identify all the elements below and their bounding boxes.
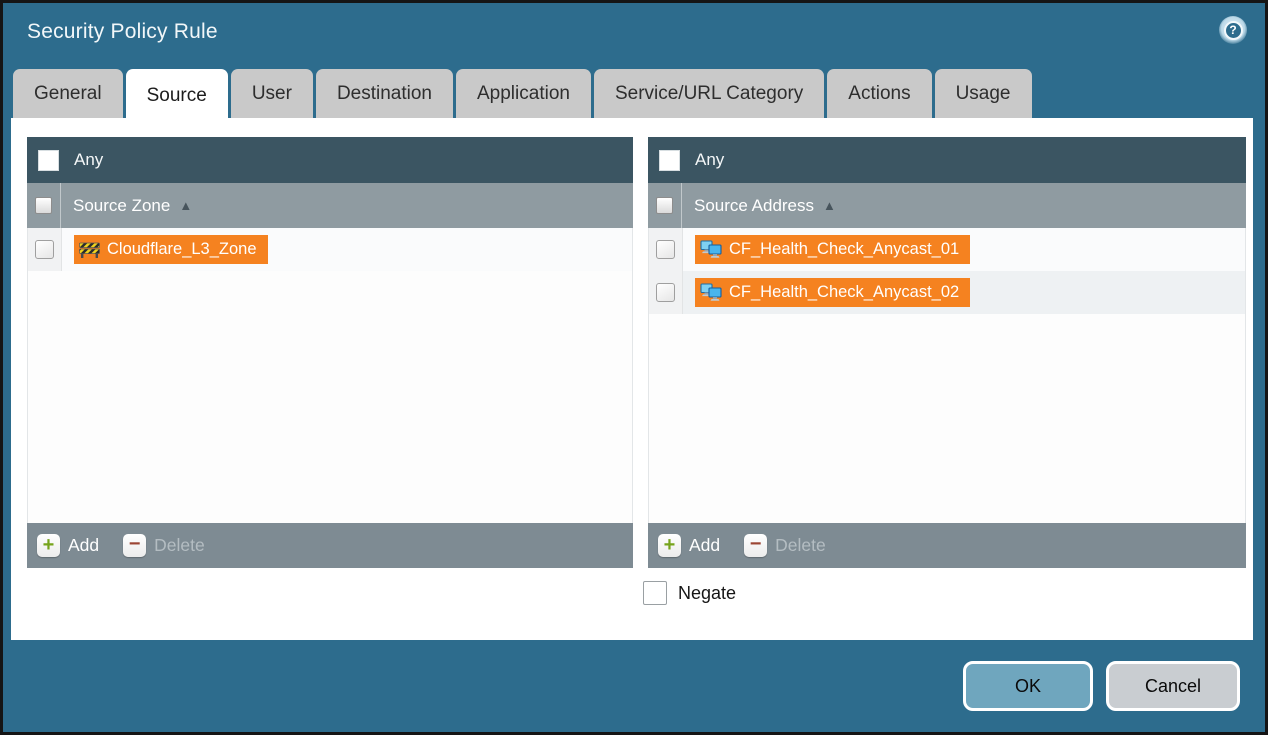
delete-icon: − bbox=[744, 534, 767, 557]
source-tab-content: Any Source Zone ▲ bbox=[11, 118, 1253, 640]
source-zone-panel: Any Source Zone ▲ bbox=[27, 137, 633, 568]
delete-zone-label: Delete bbox=[154, 535, 205, 556]
tab-general[interactable]: General bbox=[13, 69, 123, 118]
sort-ascending-icon: ▲ bbox=[179, 199, 192, 212]
tab-service-url-category-label: Service/URL Category bbox=[615, 83, 803, 105]
title-bar: Security Policy Rule ? bbox=[3, 3, 1265, 65]
row-checkbox[interactable] bbox=[656, 240, 675, 259]
address-icon bbox=[700, 240, 722, 259]
source-zone-select-all-checkbox[interactable] bbox=[35, 197, 52, 214]
source-address-any-label: Any bbox=[695, 150, 724, 170]
source-zone-select-all-cell bbox=[27, 183, 61, 228]
row-checkbox[interactable] bbox=[656, 283, 675, 302]
zone-icon bbox=[79, 241, 100, 258]
source-address-select-all-cell bbox=[648, 183, 682, 228]
source-address-toolbar: + Add − Delete bbox=[648, 523, 1246, 568]
minus-glyph: − bbox=[129, 534, 141, 554]
source-zone-toolbar: + Add − Delete bbox=[27, 523, 633, 568]
address-icon bbox=[700, 283, 722, 302]
source-zone-sort-header[interactable]: Source Zone ▲ bbox=[61, 183, 192, 228]
table-row[interactable]: CF_Health_Check_Anycast_02 bbox=[649, 271, 1245, 314]
delete-address-label: Delete bbox=[775, 535, 826, 556]
address-tag[interactable]: CF_Health_Check_Anycast_01 bbox=[695, 235, 970, 264]
table-row[interactable]: Cloudflare_L3_Zone bbox=[28, 228, 632, 271]
tab-destination[interactable]: Destination bbox=[316, 69, 453, 118]
source-address-sort-header[interactable]: Source Address ▲ bbox=[682, 183, 836, 228]
source-address-select-all-checkbox[interactable] bbox=[656, 197, 673, 214]
tab-actions[interactable]: Actions bbox=[827, 69, 931, 118]
dialog-footer: OK Cancel bbox=[3, 637, 1265, 732]
plus-glyph: + bbox=[664, 535, 676, 555]
add-address-button[interactable]: + Add bbox=[658, 534, 720, 557]
source-zone-list: Cloudflare_L3_Zone bbox=[27, 228, 633, 523]
tab-user-label: User bbox=[252, 83, 292, 105]
source-address-any-header: Any bbox=[648, 137, 1246, 183]
tab-source-label: Source bbox=[147, 85, 207, 107]
tab-source[interactable]: Source bbox=[126, 69, 228, 122]
add-zone-label: Add bbox=[68, 535, 99, 556]
table-row[interactable]: CF_Health_Check_Anycast_01 bbox=[649, 228, 1245, 271]
plus-glyph: + bbox=[43, 535, 55, 555]
minus-glyph: − bbox=[750, 534, 762, 554]
source-address-list: CF_Health_Check_Anycast_01 bbox=[648, 228, 1246, 523]
address-tag-label: CF_Health_Check_Anycast_01 bbox=[729, 240, 959, 259]
help-icon[interactable]: ? bbox=[1219, 16, 1247, 44]
address-tag-label: CF_Health_Check_Anycast_02 bbox=[729, 283, 959, 302]
tab-application-label: Application bbox=[477, 83, 570, 105]
source-address-column-header: Source Address ▲ bbox=[648, 183, 1246, 228]
tab-usage[interactable]: Usage bbox=[935, 69, 1032, 118]
source-address-any-checkbox[interactable] bbox=[659, 150, 680, 171]
negate-option: Negate bbox=[643, 581, 736, 605]
row-checkbox-cell bbox=[649, 271, 683, 314]
row-checkbox-cell bbox=[28, 228, 62, 271]
zone-tag-label: Cloudflare_L3_Zone bbox=[107, 240, 257, 259]
tab-bar: General Source User Destination Applicat… bbox=[13, 69, 1032, 118]
help-question-glyph: ? bbox=[1224, 21, 1243, 40]
negate-label: Negate bbox=[678, 583, 736, 604]
tab-user[interactable]: User bbox=[231, 69, 313, 118]
source-zone-column-header: Source Zone ▲ bbox=[27, 183, 633, 228]
add-address-label: Add bbox=[689, 535, 720, 556]
add-icon: + bbox=[37, 534, 60, 557]
add-icon: + bbox=[658, 534, 681, 557]
zone-tag[interactable]: Cloudflare_L3_Zone bbox=[74, 235, 268, 264]
source-zone-any-header: Any bbox=[27, 137, 633, 183]
address-tag[interactable]: CF_Health_Check_Anycast_02 bbox=[695, 278, 970, 307]
source-address-column-label: Source Address bbox=[694, 196, 814, 216]
add-zone-button[interactable]: + Add bbox=[37, 534, 99, 557]
dialog-title: Security Policy Rule bbox=[27, 20, 218, 44]
tab-destination-label: Destination bbox=[337, 83, 432, 105]
security-policy-rule-dialog: Security Policy Rule ? General Source Us… bbox=[0, 0, 1268, 735]
delete-address-button[interactable]: − Delete bbox=[744, 534, 826, 557]
cancel-button[interactable]: Cancel bbox=[1106, 661, 1240, 711]
row-checkbox-cell bbox=[649, 228, 683, 271]
tab-actions-label: Actions bbox=[848, 83, 910, 105]
tab-service-url-category[interactable]: Service/URL Category bbox=[594, 69, 824, 118]
tab-usage-label: Usage bbox=[956, 83, 1011, 105]
source-address-panel: Any Source Address ▲ bbox=[648, 137, 1246, 568]
sort-ascending-icon: ▲ bbox=[823, 199, 836, 212]
delete-zone-button[interactable]: − Delete bbox=[123, 534, 205, 557]
negate-checkbox[interactable] bbox=[643, 581, 667, 605]
ok-button[interactable]: OK bbox=[963, 661, 1093, 711]
source-zone-column-label: Source Zone bbox=[73, 196, 170, 216]
row-checkbox[interactable] bbox=[35, 240, 54, 259]
tab-general-label: General bbox=[34, 83, 102, 105]
delete-icon: − bbox=[123, 534, 146, 557]
tab-application[interactable]: Application bbox=[456, 69, 591, 118]
source-zone-any-checkbox[interactable] bbox=[38, 150, 59, 171]
source-zone-any-label: Any bbox=[74, 150, 103, 170]
